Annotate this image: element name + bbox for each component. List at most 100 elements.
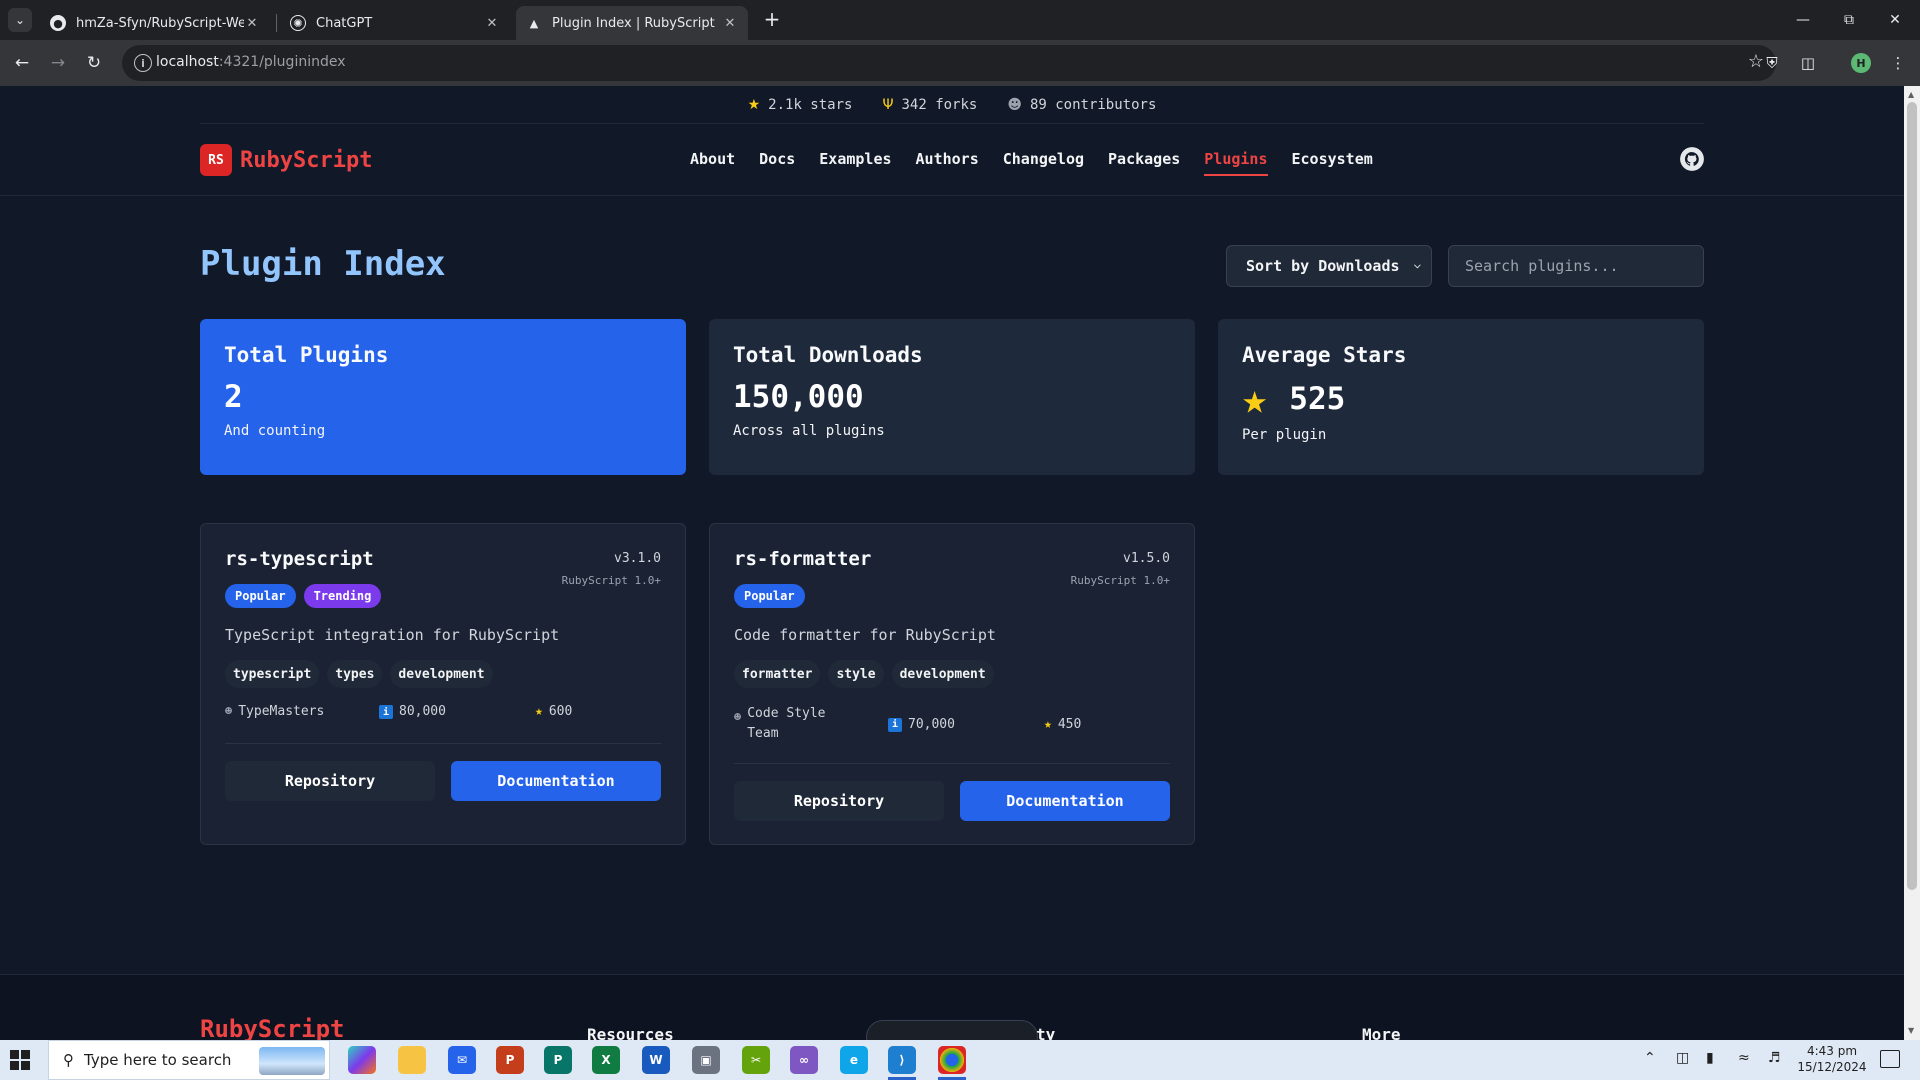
battery-icon[interactable]: ▮ xyxy=(1706,1050,1714,1066)
popular-badge: Popular xyxy=(225,584,296,608)
downloads-icon: i xyxy=(379,705,393,719)
dev-toolbar[interactable] xyxy=(866,1020,1038,1040)
close-icon[interactable]: ✕ xyxy=(244,16,260,31)
excel-icon[interactable]: X xyxy=(592,1046,620,1074)
site-info-icon[interactable]: i xyxy=(134,54,152,72)
nav-examples[interactable]: Examples xyxy=(819,150,891,176)
tab-separator xyxy=(276,14,277,32)
plugin-stars: ★ 600 xyxy=(535,704,572,719)
contributors-stat: ☻ 89 contributors xyxy=(1007,97,1156,113)
extensions-puzzle-icon[interactable]: ◫ xyxy=(1796,51,1820,75)
address-bar[interactable]: i localhost:4321/pluginindex ☆ xyxy=(122,45,1776,81)
vscode-icon[interactable]: ⟩ xyxy=(888,1046,916,1074)
windows-start-icon[interactable] xyxy=(10,1050,30,1070)
new-tab-button[interactable]: + xyxy=(758,8,786,32)
taskbar-search-placeholder: Type here to search xyxy=(84,1051,232,1069)
nav-plugins[interactable]: Plugins xyxy=(1204,150,1268,176)
taskbar-clock[interactable]: 4:43 pm 15/12/2024 xyxy=(1796,1043,1868,1075)
plugin-compat: RubyScript 1.0+ xyxy=(561,574,661,587)
minimize-button[interactable]: — xyxy=(1780,0,1826,40)
search-icon: ⚲ xyxy=(63,1051,74,1069)
notification-center-icon[interactable]: 1 xyxy=(1880,1050,1900,1068)
profile-avatar[interactable]: H xyxy=(1851,53,1871,73)
documentation-button[interactable]: Documentation xyxy=(960,781,1170,821)
repository-button[interactable]: Repository xyxy=(734,781,944,821)
nav-authors[interactable]: Authors xyxy=(916,150,979,176)
downloads-icon: i xyxy=(888,717,902,732)
chatgpt-icon: ✺ xyxy=(290,15,306,31)
page-viewport: ★ 2.1k stars Ψ 342 forks ☻ 89 contributo… xyxy=(0,86,1904,1040)
nav-changelog[interactable]: Changelog xyxy=(1003,150,1084,176)
plugin-tags: typescript types development xyxy=(225,660,493,688)
edge-icon[interactable]: e xyxy=(840,1046,868,1074)
plugin-name[interactable]: rs-formatter xyxy=(734,548,871,570)
volume-icon[interactable]: ♬ xyxy=(1768,1050,1781,1066)
tag[interactable]: types xyxy=(327,660,383,688)
forward-button[interactable]: → xyxy=(44,49,72,77)
tray-chevron-up-icon[interactable]: ⌃ xyxy=(1644,1050,1656,1066)
browser-menu-icon[interactable]: ⋮ xyxy=(1886,51,1910,75)
tag[interactable]: development xyxy=(891,660,994,688)
tab-chatgpt[interactable]: ✺ ChatGPT ✕ xyxy=(280,6,510,40)
documentation-button[interactable]: Documentation xyxy=(451,761,661,801)
repository-button[interactable]: Repository xyxy=(225,761,435,801)
url-host: localhost xyxy=(156,54,219,70)
back-button[interactable]: ← xyxy=(8,49,36,77)
tag[interactable]: development xyxy=(390,660,493,688)
chrome-icon[interactable] xyxy=(938,1046,966,1074)
shield-extension-icon[interactable]: ⛨ xyxy=(1760,51,1784,75)
site-logo[interactable]: RS RubyScript xyxy=(200,144,372,176)
scroll-down-icon[interactable]: ▼ xyxy=(1908,1026,1916,1035)
contributors-count: 89 contributors xyxy=(1029,96,1157,113)
tab-plugin-index[interactable]: ▲ Plugin Index | RubyScript ✕ xyxy=(516,6,748,40)
plugin-badges: Popular xyxy=(734,584,805,608)
stars-count: 2.1k stars xyxy=(768,96,853,113)
sort-select[interactable]: Sort by Downloads ⌵ xyxy=(1226,245,1432,287)
wifi-icon[interactable]: ≈ xyxy=(1738,1050,1750,1066)
downloads-count: 70,000 xyxy=(908,716,955,732)
forks-count: 342 forks xyxy=(901,96,978,113)
nav-about[interactable]: About xyxy=(690,150,735,176)
meet-now-icon[interactable]: ◫ xyxy=(1676,1050,1689,1066)
file-explorer-icon[interactable] xyxy=(398,1046,426,1074)
copilot-icon[interactable] xyxy=(348,1046,376,1074)
search-plugins-input[interactable] xyxy=(1448,245,1704,287)
footer-brand[interactable]: RubyScript xyxy=(200,1015,345,1040)
plugin-downloads: i 70,000 xyxy=(888,717,1044,732)
url-path: :4321/pluginindex xyxy=(218,54,346,70)
window-close-button[interactable]: ✕ xyxy=(1872,0,1918,40)
word-icon[interactable]: W xyxy=(642,1046,670,1074)
stat-label: Total Plugins xyxy=(224,343,389,367)
powerpoint-icon[interactable]: P xyxy=(496,1046,524,1074)
scrollbar-thumb[interactable] xyxy=(1907,102,1917,890)
page-scrollbar[interactable]: ▲ ▼ xyxy=(1904,86,1920,1040)
taskbar-search[interactable]: ⚲ Type here to search xyxy=(48,1040,330,1080)
plugin-name[interactable]: rs-typescript xyxy=(225,548,374,570)
stat-value-text: 525 xyxy=(1289,381,1346,417)
nav-packages[interactable]: Packages xyxy=(1108,150,1180,176)
mail-icon[interactable]: ✉ xyxy=(448,1046,476,1074)
nav-ecosystem[interactable]: Ecosystem xyxy=(1292,150,1373,176)
restore-button[interactable]: ⧉ xyxy=(1826,0,1872,40)
browser-toolbar: ← → ↻ i localhost:4321/pluginindex ☆ ⛨ ◫… xyxy=(0,40,1920,86)
publisher-icon[interactable]: P xyxy=(544,1046,572,1074)
plugin-description: TypeScript integration for RubyScript xyxy=(225,626,560,644)
github-icon: ● xyxy=(50,15,66,31)
tag[interactable]: formatter xyxy=(734,660,821,688)
close-icon[interactable]: ✕ xyxy=(484,16,500,31)
stat-card-total-plugins: Total Plugins 2 And counting xyxy=(200,319,686,475)
url-text[interactable]: localhost:4321/pluginindex xyxy=(156,54,346,70)
scroll-up-icon[interactable]: ▲ xyxy=(1908,90,1916,99)
tag[interactable]: typescript xyxy=(225,660,320,688)
snipping-tool-icon[interactable]: ✂ xyxy=(742,1046,770,1074)
reload-button[interactable]: ↻ xyxy=(80,49,108,77)
github-icon[interactable] xyxy=(1679,146,1705,172)
tag[interactable]: style xyxy=(828,660,884,688)
visual-studio-icon[interactable]: ∞ xyxy=(790,1046,818,1074)
close-icon[interactable]: ✕ xyxy=(722,16,738,31)
nav-docs[interactable]: Docs xyxy=(759,150,795,176)
app-cube-icon[interactable]: ▣ xyxy=(692,1046,720,1074)
user-icon: ☻ xyxy=(225,704,233,718)
tab-search-chevron-icon[interactable]: ⌄ xyxy=(8,8,32,32)
tab-github[interactable]: ● hmZa-Sfyn/RubyScript-Website ✕ xyxy=(40,6,270,40)
